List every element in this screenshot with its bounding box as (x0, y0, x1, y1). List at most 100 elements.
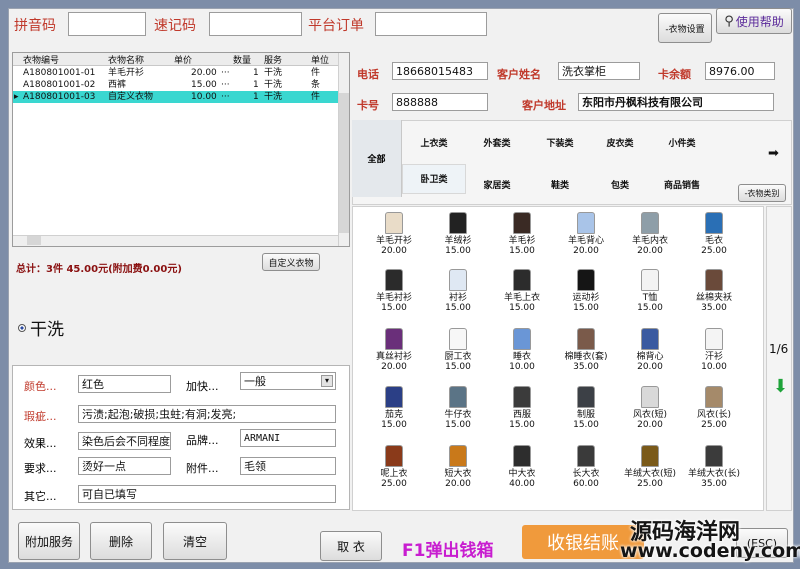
row-no: A180801001-02 (23, 80, 96, 90)
attachment-field[interactable]: 毛领 (240, 457, 336, 475)
clothing-item-tile[interactable]: 羊毛上衣 15.00 (490, 269, 554, 313)
clear-button[interactable]: 清空 (163, 522, 227, 560)
delete-button[interactable]: 删除 (90, 522, 152, 560)
clothing-icon (513, 269, 531, 291)
customer-name-field[interactable]: 洗衣掌柜 (558, 62, 640, 80)
clothing-item-tile[interactable]: 羊毛衬衫 15.00 (362, 269, 426, 313)
color-label[interactable]: 颜色... (24, 378, 57, 394)
category-home[interactable]: 家居类 (465, 178, 529, 191)
item-name: 羊绒大衣(长) (687, 469, 741, 479)
color-field[interactable]: 红色 (78, 375, 171, 393)
clothing-item-tile[interactable]: 风衣(长) 25.00 (682, 386, 746, 430)
col-header-unit: 单位 (311, 56, 330, 66)
table-row[interactable]: A180801001-02 西裤 15.00 ··· 1 干洗 条 (13, 79, 338, 91)
category-tops[interactable]: 上衣类 (402, 136, 466, 149)
clothing-item-tile[interactable]: 棉背心 20.00 (618, 328, 682, 372)
clothing-icon (705, 386, 723, 408)
card-field[interactable]: 888888 (392, 93, 488, 111)
urgent-select[interactable]: 一般 ▾ (240, 372, 336, 390)
row-unit: 件 (311, 92, 321, 102)
help-button[interactable]: ⚲ 使用帮助 (716, 8, 792, 34)
clothing-icon (385, 269, 403, 291)
category-shoes[interactable]: 鞋类 (528, 178, 592, 191)
scroll-thumb[interactable] (339, 93, 349, 233)
attachment-label[interactable]: 附件... (186, 460, 219, 476)
custom-cloth-button[interactable]: 自定义衣物 (262, 253, 320, 271)
urgent-label[interactable]: 加快... (186, 378, 219, 394)
clothing-item-tile[interactable]: 呢上衣 25.00 (362, 445, 426, 489)
clothing-item-tile[interactable]: 棉睡衣(套) 35.00 (554, 328, 618, 372)
quick-code-input[interactable] (209, 12, 302, 36)
cloth-category-button[interactable]: -衣物类别 (738, 184, 786, 202)
phone-field[interactable]: 18668015483 (392, 62, 488, 80)
clothing-item-tile[interactable]: 长大衣 60.00 (554, 445, 618, 489)
category-bags[interactable]: 包类 (588, 178, 652, 191)
defect-label[interactable]: 瑕疵... (24, 408, 57, 424)
clothing-item-tile[interactable]: 风衣(短) 20.00 (618, 386, 682, 430)
item-name: 睡衣 (512, 352, 531, 362)
chevron-down-icon[interactable]: ▾ (321, 375, 333, 387)
item-name: T恤 (642, 293, 658, 303)
item-name: 长大衣 (572, 469, 600, 479)
brand-label[interactable]: 品牌... (186, 432, 219, 448)
clothing-item-tile[interactable]: T恤 15.00 (618, 269, 682, 313)
platform-order-input[interactable] (375, 12, 487, 36)
clothing-item-tile[interactable]: 茄克 15.00 (362, 386, 426, 430)
category-small[interactable]: 小件类 (650, 136, 714, 149)
other-field[interactable]: 可自已填写 (78, 485, 336, 503)
clothing-item-tile[interactable]: 短大衣 20.00 (426, 445, 490, 489)
category-leather[interactable]: 皮衣类 (588, 136, 652, 149)
requirement-label[interactable]: 要求... (24, 460, 57, 476)
requirement-field[interactable]: 烫好一点 (78, 457, 171, 475)
clothing-item-tile[interactable]: 羊毛内衣 20.00 (618, 212, 682, 256)
clothing-item-tile[interactable]: 制服 15.00 (554, 386, 618, 430)
clothing-item-tile[interactable]: 中大衣 40.00 (490, 445, 554, 489)
table-row[interactable]: A180801001-01 羊毛开衫 20.00 ··· 1 干洗 件 (13, 67, 338, 79)
effect-label[interactable]: 效果... (24, 435, 57, 451)
clothing-item-tile[interactable]: 羊绒大衣(短) 25.00 (618, 445, 682, 489)
clothing-item-tile[interactable]: 毛衣 25.00 (682, 212, 746, 256)
hscroll-thumb[interactable] (27, 236, 41, 245)
vertical-scrollbar[interactable] (338, 53, 349, 246)
extra-service-button[interactable]: 附加服务 (18, 522, 80, 560)
table-row-selected[interactable]: ▸ A180801001-03 自定义衣物 10.00 ··· 1 干洗 件 (13, 91, 338, 103)
clothing-item-tile[interactable]: 羊绒衫 15.00 (426, 212, 490, 256)
category-outerwear[interactable]: 外套类 (465, 136, 529, 149)
cloth-settings-button[interactable]: -衣物设置 (658, 13, 712, 43)
dry-clean-option[interactable]: 干洗 (18, 315, 64, 340)
row-ellipsis-button[interactable]: ··· (221, 79, 230, 91)
category-goods[interactable]: 商品销售 (650, 178, 714, 191)
next-category-arrow-icon[interactable]: ➡ (768, 146, 779, 161)
clothing-item-tile[interactable]: 睡衣 10.00 (490, 328, 554, 372)
col-header-price: 单价 (174, 56, 193, 66)
category-bedding[interactable]: 卧卫类 (402, 164, 466, 194)
item-price: 15.00 (509, 246, 535, 256)
row-ellipsis-button[interactable]: ··· (221, 91, 230, 103)
category-all[interactable]: 全部 (352, 120, 402, 197)
clothing-item-tile[interactable]: 羊绒大衣(长) 35.00 (682, 445, 746, 489)
category-bottoms[interactable]: 下装类 (528, 136, 592, 149)
clothing-item-tile[interactable]: 羊毛开衫 20.00 (362, 212, 426, 256)
effect-field[interactable]: 染色后会不同程度 (78, 432, 171, 450)
clothing-item-tile[interactable]: 运动衫 15.00 (554, 269, 618, 313)
clothing-item-tile[interactable]: 牛仔衣 15.00 (426, 386, 490, 430)
pinyin-input[interactable] (68, 12, 146, 36)
horizontal-scrollbar[interactable] (13, 235, 338, 246)
radio-icon[interactable] (18, 323, 26, 332)
address-field[interactable]: 东阳市丹枫科技有限公司 (578, 93, 774, 111)
clothing-item-tile[interactable]: 羊毛衫 15.00 (490, 212, 554, 256)
other-label[interactable]: 其它... (24, 488, 57, 504)
order-grid: 衣物编号 衣物名称 单价 数量 服务 单位 A180801001-01 羊毛开衫… (12, 52, 350, 247)
clothing-item-tile[interactable]: 衬衫 15.00 (426, 269, 490, 313)
row-ellipsis-button[interactable]: ··· (221, 67, 230, 79)
clothing-item-tile[interactable]: 西服 15.00 (490, 386, 554, 430)
clothing-item-tile[interactable]: 真丝衬衫 20.00 (362, 328, 426, 372)
clothing-item-tile[interactable]: 羊毛背心 20.00 (554, 212, 618, 256)
defect-field[interactable]: 污渍;起泡;破损;虫蛀;有洞;发亮; (78, 405, 336, 423)
clothing-item-tile[interactable]: 丝棉夹袄 35.00 (682, 269, 746, 313)
arrow-down-icon[interactable]: ⬇ (773, 378, 788, 396)
pickup-button[interactable]: 取 衣 (320, 531, 382, 561)
clothing-item-tile[interactable]: 汗衫 10.00 (682, 328, 746, 372)
brand-field[interactable]: ARMANI (240, 429, 336, 447)
clothing-item-tile[interactable]: 厨工衣 15.00 (426, 328, 490, 372)
